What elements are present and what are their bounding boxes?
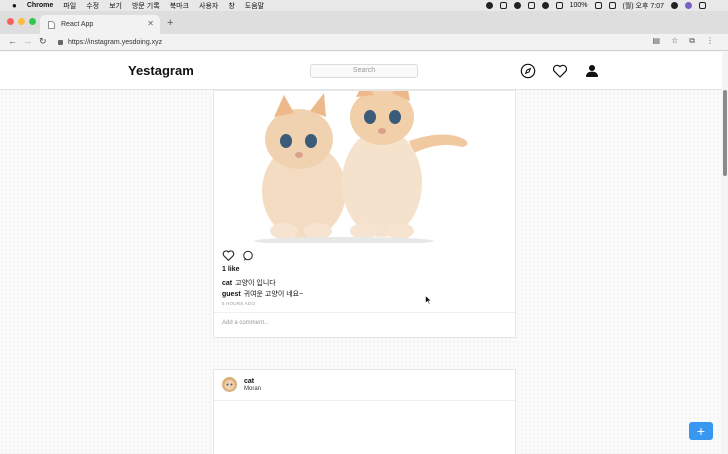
menu-bookmarks[interactable]: 북마크 <box>170 1 189 11</box>
notification-icon[interactable] <box>699 2 706 9</box>
comment-text: 고양이 입니다 <box>235 280 276 287</box>
comment-item: cat 고양이 입니다 <box>222 278 276 288</box>
comment-username[interactable]: guest <box>222 291 241 298</box>
battery-icon[interactable] <box>594 2 602 9</box>
extension-icon[interactable]: ⧉ <box>689 36 695 46</box>
new-tab-button[interactable]: + <box>167 17 173 29</box>
browser-tab[interactable]: React App ✕ <box>40 15 160 34</box>
comment-bubble-icon[interactable] <box>242 249 255 262</box>
tab-title: React App <box>61 21 94 28</box>
page-scrollbar[interactable] <box>722 52 728 454</box>
close-window-button[interactable] <box>7 18 14 25</box>
compass-icon[interactable] <box>520 63 536 79</box>
bookmark-star-icon[interactable]: ☆ <box>671 36 678 46</box>
menubar-clock[interactable]: (월) 오후 7:07 <box>623 1 665 11</box>
page-icon <box>48 20 55 29</box>
menu-history[interactable]: 방문 기록 <box>132 1 160 11</box>
macos-menu-bar: ● Chrome 파일 수정 보기 방문 기록 북마크 사용자 창 도움말 10… <box>0 0 728 11</box>
apple-icon[interactable]: ● <box>12 1 17 10</box>
reload-icon[interactable]: ↻ <box>39 36 47 47</box>
bluetooth-icon[interactable] <box>541 2 549 9</box>
status-icon[interactable] <box>527 2 535 9</box>
translate-icon[interactable]: ▤ <box>653 36 661 46</box>
post-timestamp: 5 HOURS AGO <box>222 301 256 306</box>
close-tab-icon[interactable]: ✕ <box>147 19 154 28</box>
back-icon[interactable]: ← <box>8 36 17 46</box>
search-input[interactable]: Search <box>310 64 418 78</box>
scrollbar-thumb[interactable] <box>723 90 727 176</box>
menu-help[interactable]: 도움말 <box>245 1 264 11</box>
comment-text: 귀여운 고양이 네요~ <box>243 291 304 298</box>
maximize-window-button[interactable] <box>29 18 36 25</box>
window-controls <box>7 18 36 25</box>
avatar[interactable] <box>222 377 237 392</box>
status-icon[interactable] <box>513 2 521 9</box>
menu-edit[interactable]: 수정 <box>86 1 99 11</box>
web-page: 1 like cat 고양이 입니다 guest 귀여운 고양이 네요~ 5 HOU… <box>0 52 728 454</box>
post-card: 1 like cat 고양이 입니다 guest 귀여운 고양이 네요~ 5 HOU… <box>213 90 516 338</box>
menu-app-name[interactable]: Chrome <box>27 2 53 9</box>
menu-file[interactable]: 파일 <box>63 1 76 11</box>
forward-icon[interactable]: → <box>23 36 32 46</box>
url-text: https://instagram.yesdoing.xyz <box>68 39 163 46</box>
menu-view[interactable]: 보기 <box>109 1 122 11</box>
comment-item: guest 귀여운 고양이 네요~ <box>222 289 303 299</box>
kittens-image <box>254 91 468 243</box>
browser-toolbar: ← → ↻ https://instagram.yesdoing.xyz ▤ ☆… <box>0 34 728 51</box>
battery-percent[interactable]: 100% <box>570 2 588 9</box>
menu-window[interactable]: 창 <box>228 1 234 11</box>
user-avatar-icon[interactable] <box>685 2 692 9</box>
post-photo[interactable] <box>214 91 515 243</box>
add-comment-input[interactable]: Add a comment... <box>222 320 269 326</box>
heart-icon[interactable] <box>552 63 568 79</box>
app-header: Yestagram Search <box>0 52 722 90</box>
post-location[interactable]: Moran <box>244 386 261 392</box>
menu-people[interactable]: 사용자 <box>199 1 218 11</box>
profile-icon[interactable] <box>584 63 600 79</box>
browser-tab-strip: React App ✕ + <box>0 11 728 34</box>
header-nav <box>520 63 600 79</box>
like-count: 1 like <box>222 266 240 273</box>
like-heart-icon[interactable] <box>222 249 235 262</box>
lock-icon <box>58 40 63 45</box>
wifi-icon[interactable] <box>555 2 563 9</box>
mouse-cursor-icon <box>425 295 432 305</box>
minimize-window-button[interactable] <box>18 18 25 25</box>
post-card: cat Moran <box>213 369 516 454</box>
divider <box>214 312 515 313</box>
status-icon[interactable] <box>485 2 493 9</box>
add-post-button[interactable]: + <box>689 422 713 440</box>
post-header: cat Moran <box>214 370 515 401</box>
menu-kebab-icon[interactable]: ⋮ <box>706 36 714 46</box>
post-username[interactable]: cat <box>244 378 254 385</box>
address-bar[interactable]: https://instagram.yesdoing.xyz <box>58 36 658 49</box>
comment-username[interactable]: cat <box>222 280 232 287</box>
search-icon[interactable] <box>671 2 678 9</box>
app-logo[interactable]: Yestagram <box>128 63 194 78</box>
input-source-icon[interactable] <box>608 2 616 9</box>
post-actions <box>222 249 255 262</box>
status-icon[interactable] <box>499 2 507 9</box>
